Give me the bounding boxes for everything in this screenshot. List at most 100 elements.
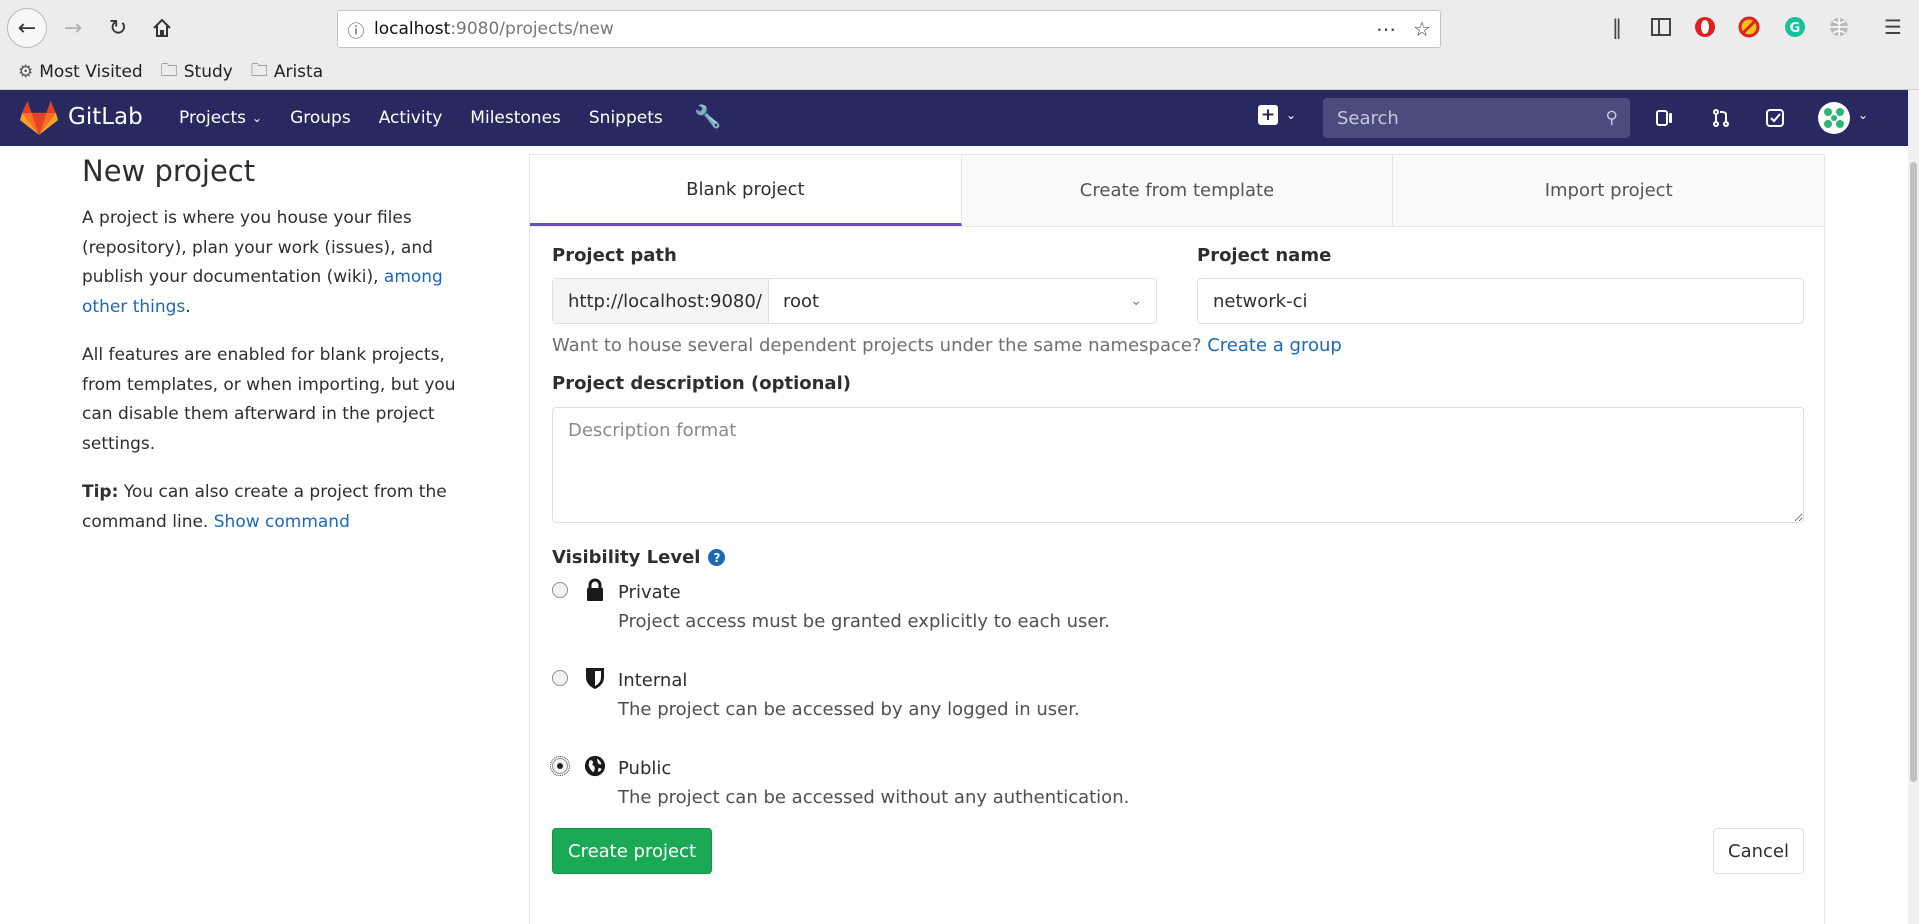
private-title: Private: [618, 582, 681, 603]
public-radio[interactable]: [550, 756, 570, 776]
wrench-icon[interactable]: 🔧: [694, 105, 721, 130]
plus-icon: +: [1258, 105, 1278, 125]
library-icon[interactable]: ‖: [1604, 14, 1630, 40]
bookmark-arista[interactable]: 🗀 Arista: [251, 58, 323, 87]
todo-icon[interactable]: [1762, 105, 1788, 131]
chevron-down-icon: ⌄: [1130, 293, 1142, 309]
private-radio[interactable]: [552, 582, 568, 598]
globe-icon: [584, 755, 606, 777]
internal-radio[interactable]: [552, 670, 568, 686]
project-name-input[interactable]: [1197, 278, 1804, 324]
public-title: Public: [618, 758, 672, 779]
features-text: All features are enabled for blank proje…: [82, 345, 456, 454]
internal-description: The project can be accessed by any logge…: [618, 699, 1080, 720]
lock-icon: [587, 578, 603, 601]
public-description: The project can be accessed without any …: [618, 787, 1130, 808]
shield-icon: [586, 668, 604, 689]
form-actions: Create project Cancel: [552, 828, 1804, 876]
project-description-input[interactable]: [552, 407, 1804, 523]
gitlab-brand[interactable]: GitLab: [68, 104, 143, 130]
search-input[interactable]: [1335, 106, 1606, 130]
project-path-group: http://localhost:9080/ root ⌄: [552, 278, 1157, 324]
create-project-button[interactable]: Create project: [552, 828, 713, 874]
opera-extension-icon[interactable]: [1692, 14, 1718, 40]
project-form: Project path Project name http://localho…: [550, 245, 1804, 876]
globe-extension-icon[interactable]: [1826, 14, 1852, 40]
chevron-down-icon: ⌄: [252, 111, 263, 125]
hamburger-menu-icon[interactable]: ☰: [1880, 14, 1906, 40]
browser-chrome: ← → ↻ ⓘ localhost:9080/projects/new ⋯ ☆ …: [0, 0, 1919, 90]
create-group-link[interactable]: Create a group: [1207, 335, 1342, 356]
new-dropdown-button[interactable]: + ⌄: [1258, 105, 1296, 125]
folder-icon: 🗀: [160, 60, 178, 81]
chevron-down-icon: ⌄: [1286, 108, 1297, 122]
back-button[interactable]: ←: [7, 8, 47, 48]
search-box[interactable]: ⚲: [1323, 98, 1630, 138]
tab-import-project[interactable]: Import project: [1393, 155, 1825, 226]
address-bar[interactable]: ⓘ localhost:9080/projects/new ⋯ ☆: [337, 10, 1441, 48]
new-project-panel: Blank project Create from template Impor…: [529, 154, 1825, 924]
info-icon[interactable]: ⓘ: [338, 17, 374, 42]
star-icon[interactable]: ☆: [1404, 17, 1440, 41]
menu-groups[interactable]: Groups: [290, 108, 351, 128]
bookmark-most-visited[interactable]: ⚙ Most Visited: [18, 62, 143, 82]
arrow-left-icon: ←: [17, 15, 37, 41]
merge-request-icon[interactable]: [1708, 105, 1734, 131]
scrollbar-thumb[interactable]: [1910, 162, 1917, 782]
path-name-row: Project path Project name http://localho…: [552, 245, 1804, 356]
menu-snippets[interactable]: Snippets: [589, 108, 663, 128]
avatar-icon: [1820, 104, 1848, 132]
visibility-option-public[interactable]: Public The project can be accessed witho…: [550, 754, 1804, 832]
path-prefix: http://localhost:9080/: [553, 279, 769, 323]
tab-blank-project[interactable]: Blank project: [530, 155, 962, 226]
gitlab-navbar: GitLab Projects ⌄ Groups Activity Milesto…: [0, 90, 1908, 146]
project-name-label: Project name: [1197, 245, 1332, 266]
project-path-label: Project path: [552, 245, 677, 266]
project-tabs: Blank project Create from template Impor…: [530, 155, 1825, 227]
project-description-label: Project description (optional): [552, 373, 851, 394]
namespace-select[interactable]: root ⌄: [769, 279, 1156, 323]
blocker-extension-icon[interactable]: [1736, 14, 1762, 40]
forward-button[interactable]: →: [53, 8, 93, 48]
home-icon: [153, 18, 171, 37]
tab-create-from-template[interactable]: Create from template: [961, 155, 1394, 226]
menu-activity[interactable]: Activity: [379, 108, 443, 128]
grammarly-icon[interactable]: G: [1782, 14, 1808, 40]
issues-icon[interactable]: [1652, 105, 1678, 131]
chevron-down-icon[interactable]: ⌄: [1858, 108, 1868, 122]
show-command-link[interactable]: Show command: [214, 512, 350, 532]
visibility-option-internal[interactable]: Internal The project can be accessed by …: [552, 666, 1804, 744]
bookmarks-bar: ⚙ Most Visited 🗀 Study 🗀 Arista: [0, 58, 323, 86]
avatar[interactable]: [1818, 102, 1850, 134]
visibility-option-private[interactable]: Private Project access must be granted e…: [552, 578, 1804, 656]
url-path: :9080/projects/new: [450, 19, 614, 39]
folder-icon: 🗀: [250, 60, 268, 81]
menu-milestones[interactable]: Milestones: [470, 108, 561, 128]
sidebar-description: New project A project is where you house…: [82, 150, 462, 556]
help-question-icon[interactable]: ?: [708, 549, 726, 566]
search-icon[interactable]: ⚲: [1606, 108, 1618, 128]
page-scrollbar[interactable]: [1908, 90, 1919, 924]
home-button[interactable]: [142, 8, 182, 48]
url-host: localhost: [374, 19, 451, 39]
gitlab-logo-icon[interactable]: [20, 100, 58, 136]
namespace-help-text: Want to house several dependent projects…: [552, 335, 1342, 356]
tip-text: Tip: You can also create a project from …: [82, 482, 447, 532]
project-intro-text: A project is where you house your files …: [82, 208, 443, 317]
page-title: New project: [82, 154, 256, 188]
menu-projects[interactable]: Projects ⌄: [179, 108, 262, 128]
sidebar-toggle-icon[interactable]: [1648, 14, 1674, 40]
more-icon[interactable]: ⋯: [1368, 17, 1404, 41]
svg-text:G: G: [1790, 21, 1801, 36]
url-text[interactable]: localhost:9080/projects/new: [374, 19, 1368, 39]
reload-icon: ↻: [108, 15, 128, 41]
gear-icon: ⚙: [18, 62, 34, 82]
main-menu: Projects ⌄ Groups Activity Milestones Sni…: [179, 90, 691, 146]
bookmark-study[interactable]: 🗀 Study: [161, 58, 233, 87]
visibility-level-label: Visibility Level ?: [552, 547, 1804, 568]
reload-button[interactable]: ↻: [98, 8, 138, 48]
private-description: Project access must be granted explicitl…: [618, 611, 1110, 632]
arrow-right-icon: →: [63, 15, 83, 41]
cancel-button[interactable]: Cancel: [1713, 828, 1804, 874]
internal-title: Internal: [618, 670, 688, 691]
